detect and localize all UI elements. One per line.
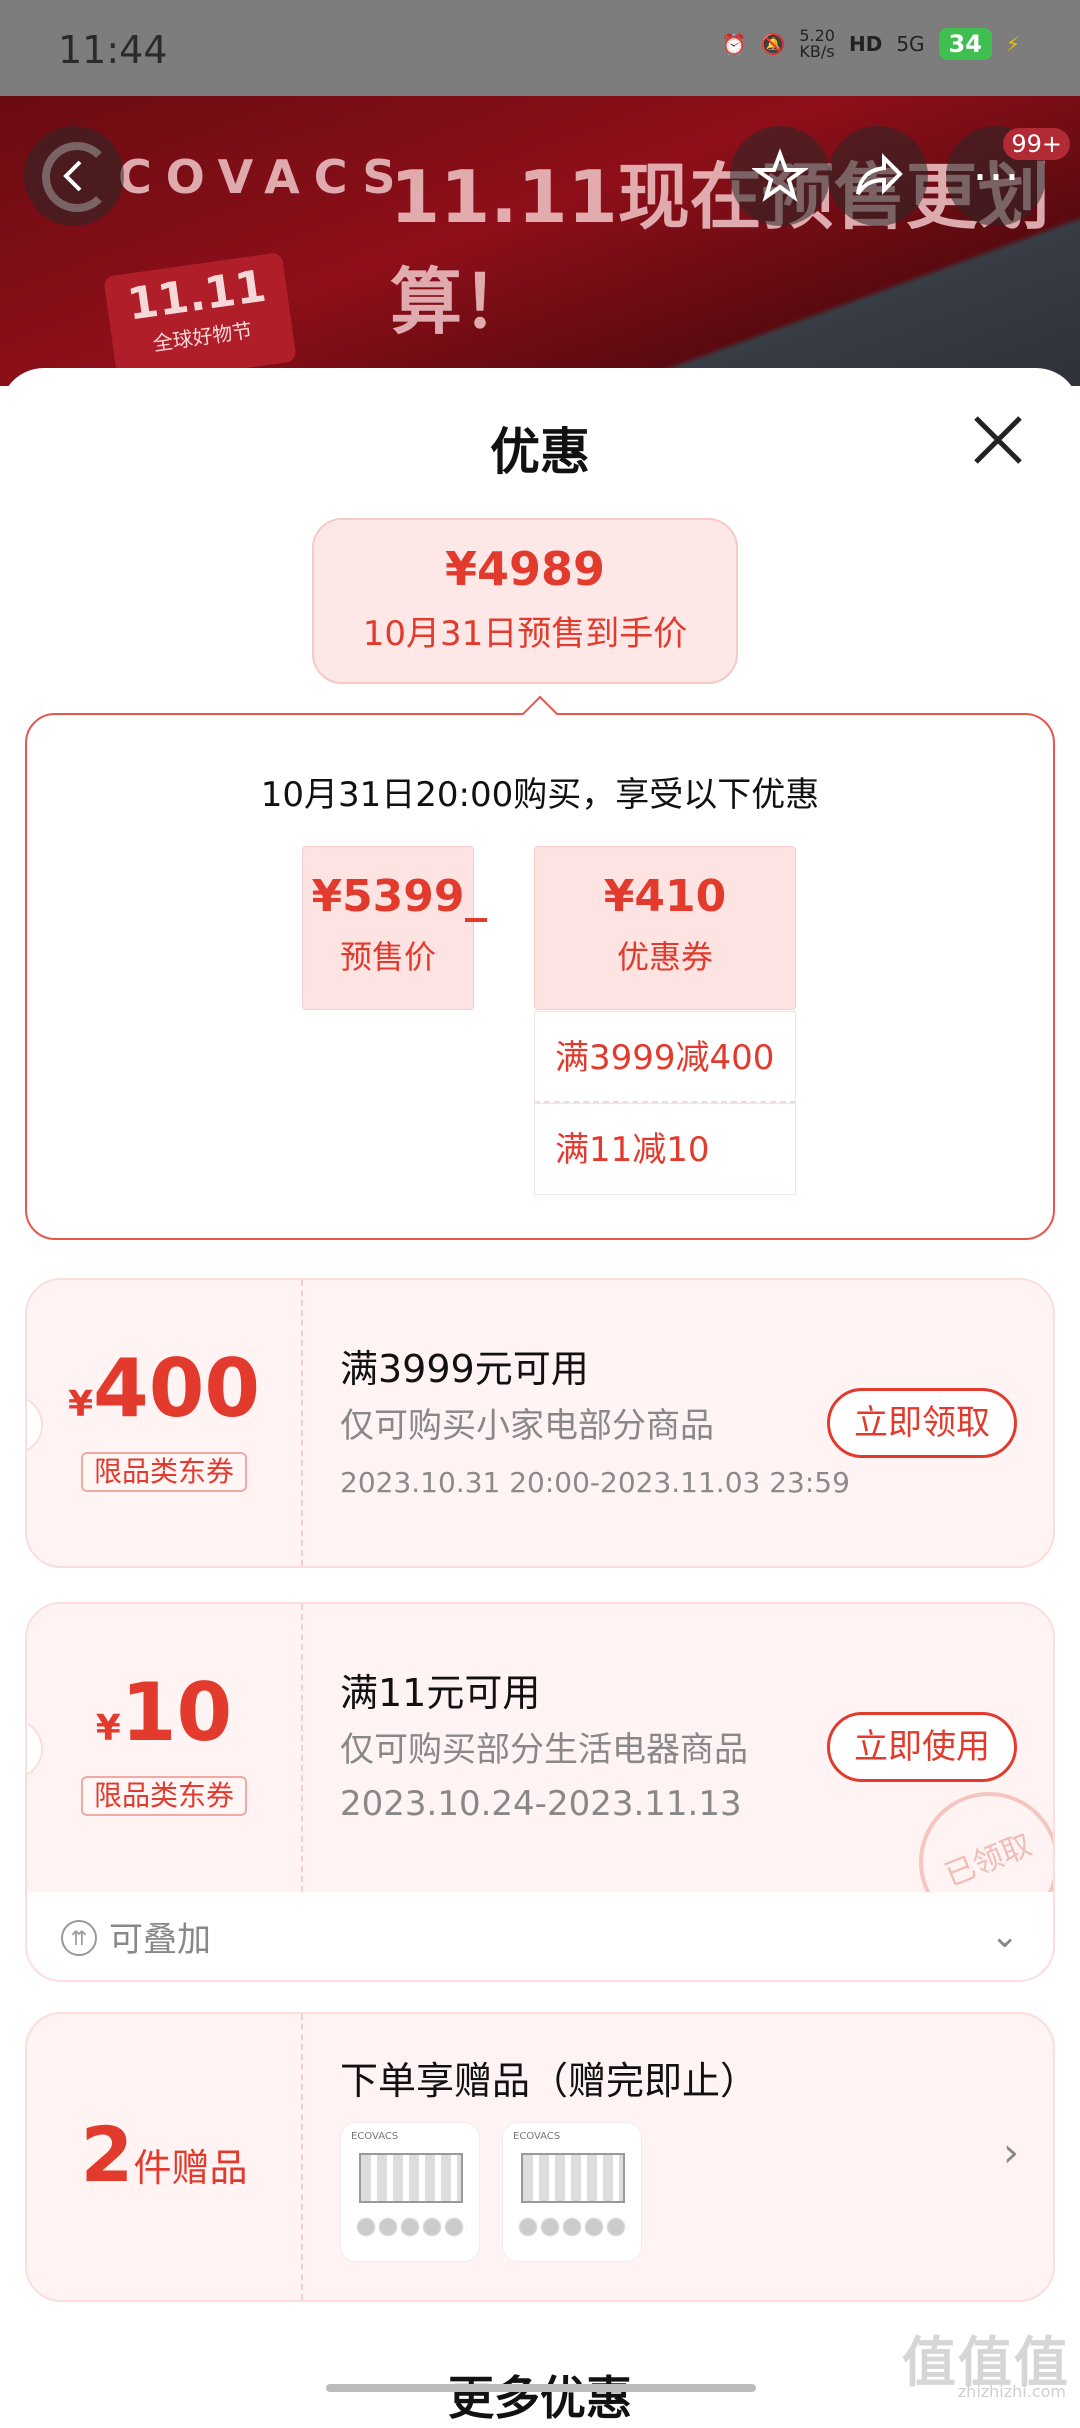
stack-icon: ⇈ bbox=[61, 1920, 97, 1956]
discount-sheet: 优惠 ¥4989 10月31日预售到手价 10月31日20:00购买，享受以下优… bbox=[0, 368, 1080, 2425]
back-arrow-icon bbox=[63, 160, 82, 192]
coupon-value: 10 bbox=[120, 1666, 233, 1759]
close-icon[interactable] bbox=[966, 408, 1030, 472]
gift-count: 2件赠品 bbox=[27, 2110, 301, 2199]
coupon-total: ¥410 bbox=[603, 871, 727, 922]
currency-symbol: ¥ bbox=[67, 1384, 94, 1425]
gift-count-unit: 件赠品 bbox=[133, 2146, 248, 2190]
rule-item: 满11减10 bbox=[534, 1103, 796, 1195]
coupon-category: 限品类东券 bbox=[81, 1452, 247, 1492]
chevron-down-icon: ⌄ bbox=[990, 1916, 1020, 1956]
coupon-title: 满11元可用 bbox=[340, 1671, 541, 1715]
coupon-scope: 仅可购买部分生活电器商品 bbox=[340, 1730, 748, 1770]
gift-image[interactable]: ECOVACS bbox=[340, 2122, 480, 2262]
coupon-divider bbox=[301, 1604, 303, 1892]
gift-count-number: 2 bbox=[80, 2110, 134, 2199]
gift-card[interactable]: 2件赠品 下单享赠品（赠完即止） ECOVACS ECOVACS › bbox=[25, 2012, 1055, 2302]
coupon-total-box: ¥410 优惠券 bbox=[534, 846, 796, 1010]
share-button[interactable] bbox=[828, 126, 928, 226]
watermark-url: zhizhizhi.com bbox=[957, 2382, 1066, 2401]
bubble-pointer bbox=[521, 695, 559, 733]
coupon-period: 2023.10.31 20:00-2023.11.03 23:59 bbox=[340, 1466, 850, 1499]
alarm-icon: ⏰ bbox=[721, 32, 747, 56]
final-price-bubble: ¥4989 10月31日预售到手价 bbox=[312, 518, 738, 684]
gift-divider bbox=[301, 2014, 303, 2300]
favorite-button[interactable] bbox=[730, 126, 830, 226]
mute-icon: 🔕 bbox=[760, 32, 786, 56]
chevron-right-icon: › bbox=[1003, 2130, 1019, 2176]
status-time: 11:44 bbox=[58, 28, 168, 72]
network-speed: 5.20 KB/s bbox=[799, 26, 835, 61]
signal-icon: 5G bbox=[896, 32, 925, 56]
final-price: ¥4989 bbox=[444, 542, 606, 596]
gift-image-pads bbox=[355, 2211, 467, 2243]
claimed-stamp: 已领取 bbox=[897, 1770, 1053, 1892]
charging-icon: ⚡ bbox=[1005, 32, 1020, 56]
brand-name: COVACS bbox=[118, 150, 410, 204]
cart-badge: 99+ bbox=[1003, 128, 1070, 160]
coupon-category: 限品类东券 bbox=[81, 1776, 247, 1816]
rule-item: 满3999减400 bbox=[534, 1011, 796, 1103]
back-button[interactable] bbox=[24, 126, 124, 226]
share-icon bbox=[856, 153, 903, 196]
product-banner: COVACS 11.11现在预售更划算！ 11.11 全球好物节 ⋯ 99+ bbox=[0, 96, 1080, 386]
gift-image-brand: ECOVACS bbox=[513, 2131, 561, 2142]
presale-label: 预售价 bbox=[339, 938, 436, 976]
star-icon bbox=[752, 148, 808, 202]
coupon-amount: ¥10 bbox=[27, 1666, 301, 1759]
home-indicator[interactable] bbox=[326, 2384, 756, 2392]
coupon-card: ¥10 限品类东券 满11元可用 仅可购买部分生活电器商品 2023.10.24… bbox=[25, 1602, 1055, 1894]
coupon-divider bbox=[301, 1280, 303, 1566]
coupon-amount: ¥400 bbox=[27, 1342, 301, 1435]
use-coupon-button[interactable]: 立即使用 bbox=[827, 1712, 1017, 1782]
sheet-title: 优惠 bbox=[490, 423, 590, 481]
gift-image-pads bbox=[517, 2211, 629, 2243]
gift-image-brand: ECOVACS bbox=[351, 2131, 399, 2142]
status-icons: ⏰ 🔕 5.20 KB/s HD 5G 34 ⚡ bbox=[722, 28, 1020, 60]
status-bar: 11:44 ⏰ 🔕 5.20 KB/s HD 5G 34 ⚡ bbox=[0, 0, 1080, 96]
event-logo: 11.11 全球好物节 bbox=[103, 252, 297, 386]
stackable-row[interactable]: ⇈ 可叠加 ⌄ bbox=[25, 1892, 1055, 1982]
event-logo-number: 11.11 bbox=[124, 260, 270, 331]
gift-image[interactable]: ECOVACS bbox=[502, 2122, 642, 2262]
stackable-label: 可叠加 bbox=[109, 1920, 211, 1960]
final-price-label: 10月31日预售到手价 bbox=[362, 614, 688, 654]
coupon-scope: 仅可购买小家电部分商品 bbox=[340, 1406, 714, 1446]
currency-symbol: ¥ bbox=[95, 1708, 121, 1749]
battery-indicator: 34 bbox=[938, 28, 992, 60]
presale-price: ¥5399 bbox=[311, 871, 465, 922]
presale-price-box: ¥5399 预售价 bbox=[302, 846, 474, 1010]
claim-coupon-button[interactable]: 立即领取 bbox=[827, 1388, 1017, 1458]
minus-sign bbox=[465, 918, 487, 922]
coupon-value: 400 bbox=[93, 1342, 261, 1435]
hd-icon: HD bbox=[848, 32, 883, 56]
breakdown-header: 10月31日20:00购买，享受以下优惠 bbox=[260, 775, 820, 815]
coupon-title: 满3999元可用 bbox=[340, 1347, 589, 1391]
coupon-period: 2023.10.24-2023.11.13 bbox=[340, 1784, 742, 1824]
gift-image-product bbox=[521, 2153, 625, 2203]
coupon-card: ¥400 限品类东券 满3999元可用 仅可购买小家电部分商品 2023.10.… bbox=[25, 1278, 1055, 1568]
coupon-total-label: 优惠券 bbox=[616, 938, 713, 976]
gift-title: 下单享赠品（赠完即止） bbox=[340, 2059, 759, 2103]
gift-image-product bbox=[359, 2153, 463, 2203]
